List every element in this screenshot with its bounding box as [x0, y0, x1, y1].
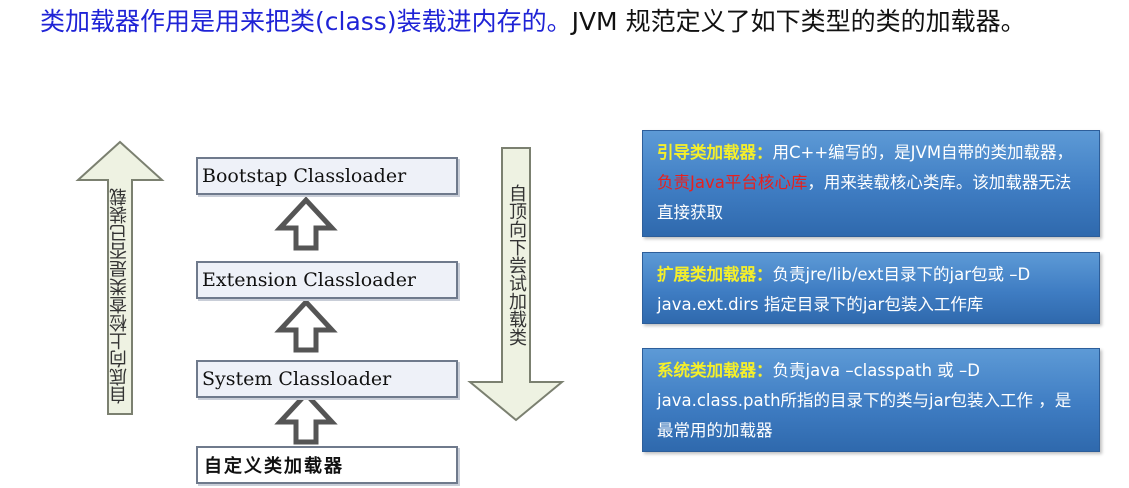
info-title: 引导类加载器 [657, 143, 756, 162]
info-title: 扩展类加载器 [657, 265, 756, 284]
info-title-sep: ： [756, 265, 773, 284]
info-bootstrap-loader: 引导类加载器：用C++编写的，是JVM自带的类加载器，负责Java平台核心库，用… [642, 130, 1100, 237]
info-text-highlight: 负责Java平台核心库 [657, 173, 808, 192]
extension-classloader-box: Extension Classloader [196, 261, 458, 299]
custom-classloader-box: 自定义类加载器 [196, 446, 458, 484]
bootstrap-classloader-box: Bootstap Classloader [196, 157, 458, 195]
left-arrow-label: 自底向上检查类是否已装载 [109, 188, 130, 404]
left-arrow-label-wrap: 自底向上检查类是否已装载 [108, 180, 132, 412]
up-arrow-system-to-extension [274, 298, 338, 353]
right-arrow-label-wrap: 自顶向下尝试加载类 [502, 150, 530, 380]
info-title-sep: ： [756, 143, 773, 162]
info-extension-loader: 扩展类加载器：负责jre/lib/ext目录下的jar包或 –D java.ex… [642, 252, 1100, 324]
right-arrow-label: 自顶向下尝试加载类 [506, 184, 527, 346]
info-title-sep: ： [756, 361, 773, 380]
up-arrow-custom-to-system [274, 390, 338, 445]
slide: 类加载器作用是用来把类(class)装载进内存的。JVM 规范定义了如下类型的类… [0, 0, 1129, 488]
info-title: 系统类加载器 [657, 361, 756, 380]
info-text: 用C++编写的，是JVM自带的类加载器， [772, 143, 1074, 162]
up-arrow-extension-to-bootstrap [274, 196, 338, 251]
info-system-loader: 系统类加载器：负责java –classpath 或 –D java.class… [642, 348, 1100, 452]
system-classloader-box: System Classloader [196, 360, 458, 398]
